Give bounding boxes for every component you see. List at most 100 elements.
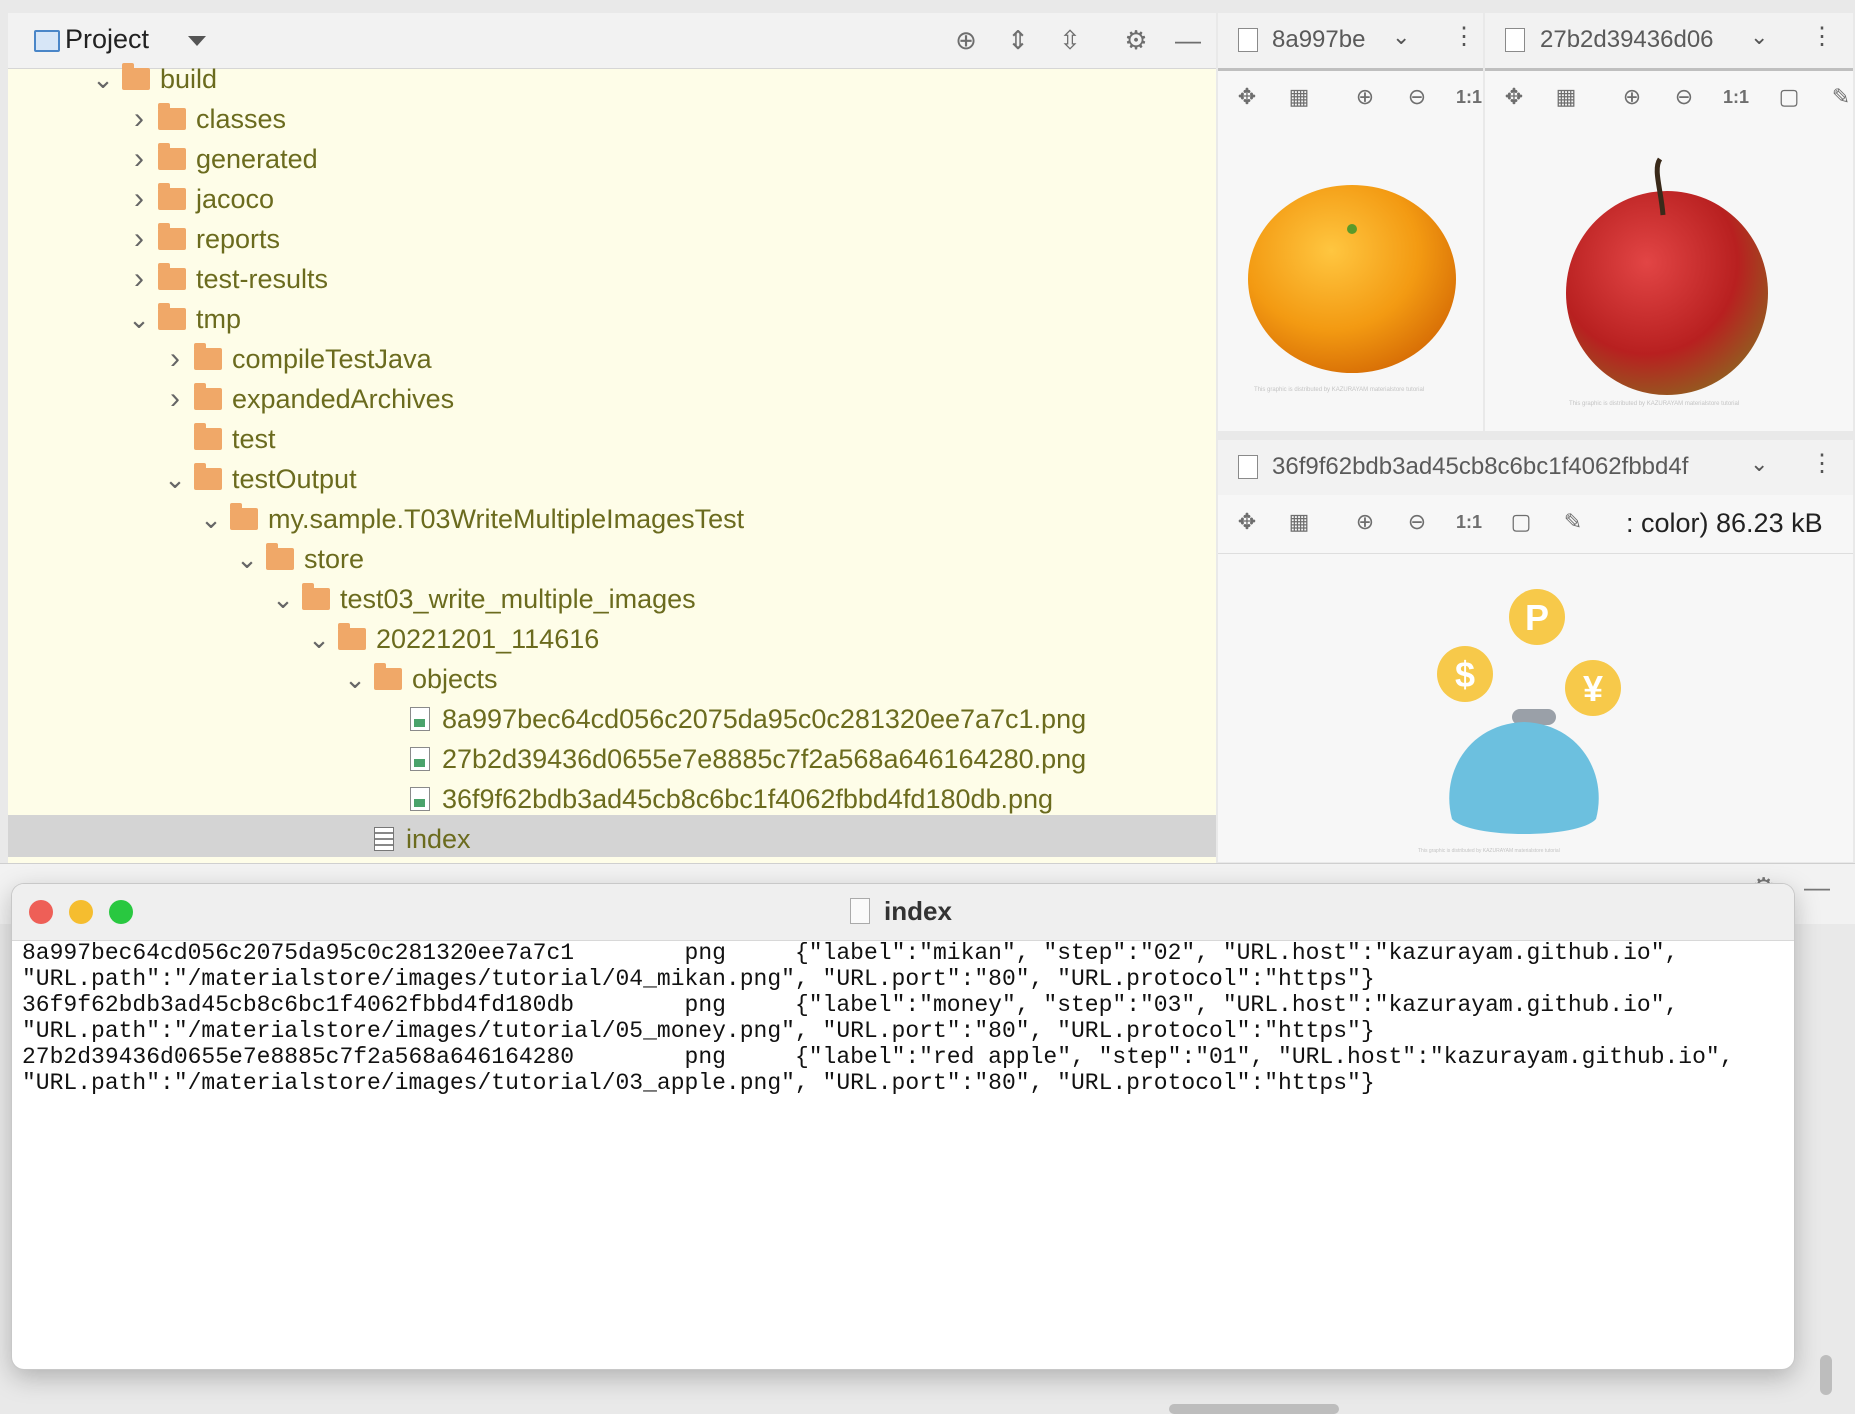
tab-image-1[interactable]: 8a997be	[1272, 26, 1365, 54]
folder-icon	[158, 183, 186, 210]
grid-toggle-icon[interactable]: ▦	[1551, 82, 1581, 112]
index-content[interactable]: 8a997bec64cd056c2075da95c0c281320ee7a7c1…	[22, 940, 1782, 1096]
image-file-icon	[410, 747, 430, 771]
index-record-line-continued: "URL.path":"/materialstore/images/tutori…	[22, 966, 1375, 992]
tree-item-label: test03_write_multiple_images	[340, 583, 696, 614]
chevron-down-icon[interactable]: ⌄	[304, 624, 334, 655]
hide-panel-icon[interactable]: —	[1804, 872, 1830, 903]
document-icon	[850, 898, 870, 924]
tree-folder-row[interactable]: ⌄ tmp	[124, 300, 241, 338]
tree-item-label: 36f9f62bdb3ad45cb8c6bc1f4062fbbd4fd180db…	[442, 783, 1054, 814]
tree-item-label: generated	[196, 143, 318, 174]
chevron-down-icon[interactable]: ⌄	[160, 464, 190, 495]
tree-folder-row[interactable]: ⌄ build	[88, 60, 217, 98]
grid-toggle-icon[interactable]: ▦	[1284, 82, 1314, 112]
gear-icon[interactable]: ⚙	[1118, 22, 1154, 58]
more-options-icon[interactable]: ⋮	[1810, 22, 1834, 51]
vertical-scrollbar[interactable]	[1820, 1355, 1832, 1395]
chevron-right-icon[interactable]: ›	[160, 342, 190, 376]
tree-file-row[interactable]: index	[340, 820, 471, 858]
record-id: 36f9f62bdb3ad45cb8c6bc1f4062fbbd4fd180db	[22, 992, 575, 1018]
tree-folder-row[interactable]: › jacoco	[124, 180, 274, 218]
tree-file-row[interactable]: 36f9f62bdb3ad45cb8c6bc1f4062fbbd4fd180db…	[376, 780, 1053, 818]
tree-item-label: expandedArchives	[232, 383, 455, 414]
image-canvas-3: P $ ¥ This graphic is distributed by KAZ…	[1218, 554, 1853, 862]
more-options-icon[interactable]: ⋮	[1810, 449, 1834, 478]
coin-dollar: $	[1455, 654, 1475, 695]
chevron-right-icon[interactable]: ›	[124, 222, 154, 256]
tree-folder-row[interactable]: ⌄ testOutput	[160, 460, 357, 498]
fit-to-window-icon[interactable]: ✥	[1499, 82, 1529, 112]
fit-to-window-icon[interactable]: ✥	[1232, 507, 1262, 537]
fit-to-window-icon[interactable]: ✥	[1232, 82, 1262, 112]
chevron-right-icon[interactable]: ›	[124, 262, 154, 296]
minimize-window-button[interactable]	[69, 900, 93, 924]
record-metadata: {"label":"red apple", "step":"01", "URL.…	[794, 1044, 1734, 1070]
project-title[interactable]: Project	[65, 24, 149, 55]
tree-folder-row[interactable]: ⌄ test03_write_multiple_images	[268, 580, 696, 618]
index-record-line: 27b2d39436d0655e7e8885c7f2a568a646164280…	[22, 1044, 1782, 1070]
zoom-out-icon[interactable]: ⊖	[1402, 507, 1432, 537]
tree-file-row[interactable]: 27b2d39436d0655e7e8885c7f2a568a646164280…	[376, 740, 1086, 778]
tree-folder-row[interactable]: › classes	[124, 100, 286, 138]
coin-p: P	[1525, 597, 1549, 638]
hide-panel-icon[interactable]: —	[1170, 22, 1206, 58]
tree-folder-row[interactable]: › compileTestJava	[160, 340, 432, 378]
chevron-right-icon[interactable]: ›	[160, 382, 190, 416]
zoom-window-button[interactable]	[109, 900, 133, 924]
locate-file-icon[interactable]: ⊕	[948, 22, 984, 58]
image-file-icon	[1505, 28, 1525, 52]
zoom-out-icon[interactable]: ⊖	[1669, 82, 1699, 112]
tree-folder-row[interactable]: ⌄ 20221201_114616	[304, 620, 599, 658]
tree-item-label: reports	[196, 223, 281, 254]
record-type: png	[684, 940, 726, 966]
chevron-down-icon[interactable]: ⌄	[124, 304, 154, 335]
color-picker-icon[interactable]: ✎	[1558, 507, 1588, 537]
color-picker-icon[interactable]: ✎	[1826, 82, 1855, 112]
tree-folder-row[interactable]: ⌄ my.sample.T03WriteMultipleImagesTest	[196, 500, 744, 538]
actual-size-button[interactable]: 1:1	[1721, 82, 1751, 112]
chevron-down-icon[interactable]: ⌄	[1750, 24, 1768, 50]
chevron-down-icon[interactable]: ⌄	[232, 544, 262, 575]
zoom-in-icon[interactable]: ⊕	[1617, 82, 1647, 112]
chevron-down-icon[interactable]: ⌄	[340, 664, 370, 695]
chevron-down-icon[interactable]: ⌄	[88, 64, 118, 95]
collapse-all-icon[interactable]: ⇳	[1052, 22, 1088, 58]
more-options-icon[interactable]: ⋮	[1452, 22, 1476, 51]
chevron-right-icon[interactable]: ›	[124, 182, 154, 216]
tree-file-row[interactable]: 8a997bec64cd056c2075da95c0c281320ee7a7c1…	[376, 700, 1086, 738]
chevron-down-icon[interactable]: ⌄	[1392, 24, 1410, 50]
horizontal-scrollbar[interactable]	[1169, 1404, 1339, 1414]
chevron-right-icon[interactable]: ›	[124, 142, 154, 176]
close-window-button[interactable]	[29, 900, 53, 924]
grid-toggle-icon[interactable]: ▦	[1284, 507, 1314, 537]
zoom-in-icon[interactable]: ⊕	[1350, 82, 1380, 112]
tree-folder-row[interactable]: ⌄ objects	[340, 660, 498, 698]
chevron-down-icon[interactable]: ⌄	[268, 584, 298, 615]
chevron-down-icon[interactable]: ⌄	[1750, 451, 1768, 477]
mikan-image: This graphic is distributed by KAZURAYAM…	[1248, 185, 1456, 393]
tree-folder-row[interactable]: › reports	[124, 220, 280, 258]
folder-icon	[194, 423, 222, 450]
zoom-in-icon[interactable]: ⊕	[1350, 507, 1380, 537]
actual-size-button[interactable]: 1:1	[1454, 82, 1484, 112]
expand-all-icon[interactable]: ⇕	[1000, 22, 1036, 58]
tab-image-2[interactable]: 27b2d39436d06	[1540, 26, 1714, 54]
tab-image-3[interactable]: 36f9f62bdb3ad45cb8c6bc1f4062fbbd4f	[1272, 453, 1732, 481]
zoom-out-icon[interactable]: ⊖	[1402, 82, 1432, 112]
tree-folder-row[interactable]: test	[160, 420, 276, 458]
project-dropdown-icon[interactable]	[188, 36, 206, 46]
tree-folder-row[interactable]: › generated	[124, 140, 318, 178]
background-toggle-icon[interactable]: ▢	[1774, 82, 1804, 112]
tree-folder-row[interactable]: › test-results	[124, 260, 328, 298]
record-metadata: {"label":"money", "step":"03", "URL.host…	[794, 992, 1679, 1018]
project-view-icon	[34, 30, 60, 52]
tree-folder-row[interactable]: ⌄ store	[232, 540, 364, 578]
chevron-down-icon[interactable]: ⌄	[196, 504, 226, 535]
background-toggle-icon[interactable]: ▢	[1506, 507, 1536, 537]
actual-size-button[interactable]: 1:1	[1454, 507, 1484, 537]
chevron-right-icon[interactable]: ›	[124, 102, 154, 136]
tree-folder-row[interactable]: › expandedArchives	[160, 380, 454, 418]
image-file-icon	[1238, 455, 1258, 479]
index-record-line-continued: "URL.path":"/materialstore/images/tutori…	[22, 1070, 1375, 1096]
